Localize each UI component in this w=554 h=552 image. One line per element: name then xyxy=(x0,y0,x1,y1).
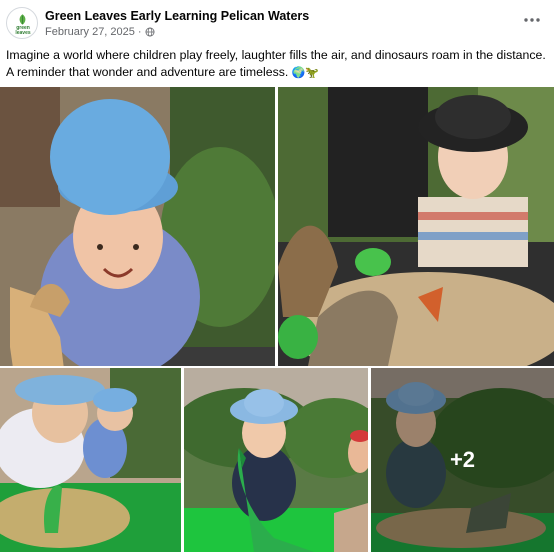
photo-3-image xyxy=(0,368,181,552)
more-options-button[interactable] xyxy=(520,10,544,30)
more-photos-count: +2 xyxy=(449,447,476,472)
globe-icon[interactable] xyxy=(145,27,155,37)
more-options-icon xyxy=(524,18,540,22)
photo-child-sandpit-dinosaurs[interactable]: +2 xyxy=(371,368,554,552)
avatar-logo-text: green leaves xyxy=(15,25,31,36)
photo-child-green-water-tub[interactable] xyxy=(0,368,181,552)
photo-child-holding-green-dinosaur[interactable] xyxy=(184,368,368,552)
post-caption: Imagine a world where children play free… xyxy=(6,47,550,81)
photo-4-image xyxy=(184,368,368,552)
photo-child-black-hat-sandpit[interactable] xyxy=(278,87,554,366)
photo-1-image xyxy=(0,87,275,366)
photo-2-image xyxy=(278,87,554,366)
post-header: green leaves Green Leaves Early Learning… xyxy=(0,0,554,46)
caption-text: Imagine a world where children play free… xyxy=(6,48,546,79)
meta-separator: · xyxy=(137,26,142,38)
photo-child-blue-hat-dinosaur[interactable] xyxy=(0,87,275,366)
page-avatar[interactable]: green leaves xyxy=(6,7,38,39)
caption-emojis: 🌍🦖 xyxy=(291,66,320,79)
post-date[interactable]: February 27, 2025 xyxy=(45,26,135,38)
post-meta: February 27, 2025 · xyxy=(45,26,155,38)
more-photos-overlay[interactable]: +2 xyxy=(371,368,554,552)
page-name-link[interactable]: Green Leaves Early Learning Pelican Wate… xyxy=(45,9,309,23)
